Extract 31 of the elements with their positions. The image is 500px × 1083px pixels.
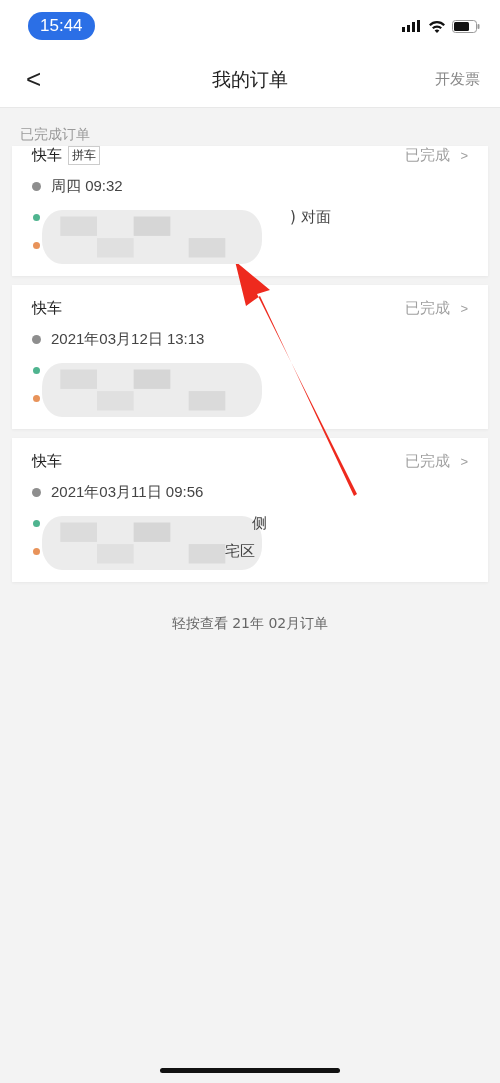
order-time: 周四 09:32 [51, 177, 123, 196]
order-card[interactable]: 快车 已完成 > 2021年03月12日 13:13 [12, 285, 488, 429]
chevron: > [460, 454, 468, 469]
order-time: 2021年03月11日 09:56 [51, 483, 204, 502]
status-time: 15:44 [28, 12, 95, 40]
address-text: ) 对面 [290, 207, 331, 227]
order-status: 已完成 [405, 146, 451, 165]
previous-month-link[interactable]: 轻按查看 21年 02月订单 [165, 614, 335, 634]
wifi-icon [428, 19, 446, 33]
signal-icon [402, 20, 422, 32]
back-button[interactable]: < [20, 64, 48, 95]
order-status: 已完成 [405, 452, 451, 471]
chevron: > [460, 301, 468, 316]
order-card[interactable]: 快车 已完成 > 2021年03月11日 09:56 侧 宅区 [12, 438, 488, 582]
carpool-tag: 拼车 [68, 146, 100, 165]
invoice-link[interactable]: 开发票 [435, 70, 480, 89]
ride-type: 快车 [32, 452, 62, 471]
page-title: 我的订单 [212, 66, 288, 92]
order-card[interactable]: 快车 拼车 已完成 > 周四 09:32 ) 对面 [12, 146, 488, 276]
address-text: 侧 [251, 513, 267, 533]
order-time: 2021年03月12日 13:13 [51, 330, 205, 349]
clock-icon [32, 488, 41, 497]
section-label: 已完成订单 [19, 126, 91, 144]
clock-icon [32, 182, 41, 191]
chevron: > [460, 148, 468, 163]
order-status: 已完成 [405, 299, 451, 318]
battery-icon [452, 19, 480, 33]
clock-icon [32, 335, 41, 344]
ride-type: 快车 [32, 146, 62, 165]
address-text: 宅区 [225, 541, 255, 561]
ride-type: 快车 [32, 299, 62, 318]
